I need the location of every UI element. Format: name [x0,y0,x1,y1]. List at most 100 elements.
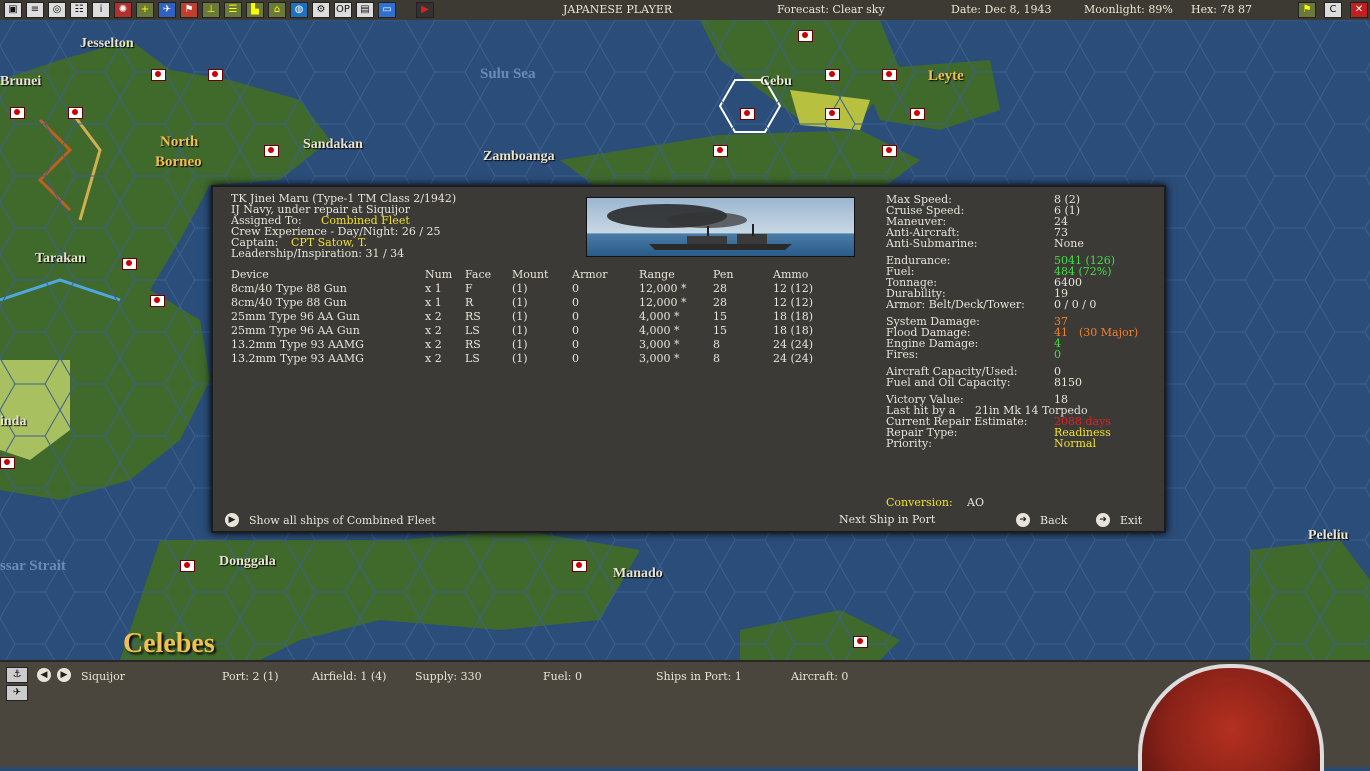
col-armor: Armor [572,267,608,281]
anchor-icon[interactable]: ⚓ [6,667,28,683]
top-toolbar: ▣ ≡ ◎ ☷ i ✺ + ✈ ⚑ ⊥ ☰ ▙ ⌂ ◍ ⚙ OP ▤ ▭ ▶ J… [0,0,1370,21]
base-flag-icon[interactable] [208,69,223,81]
device-cell-ammo: 24 (24) [773,351,814,365]
device-row: 8cm/40 Type 88 Gun x 1 R (1) 0 12,000 * 28 12 (… [231,295,833,309]
col-range: Range [639,267,675,281]
base-flag-icon[interactable] [151,69,166,81]
map-icon[interactable]: ▣ [4,2,22,18]
base-flag-icon[interactable] [122,258,137,270]
device-cell-pen: 28 [713,281,727,295]
flag-toggle-icon[interactable]: ⚑ [1298,2,1316,18]
hq-icon[interactable]: ☰ [224,2,242,18]
device-cell-face: LS [465,351,480,365]
supply-value: Supply: 330 [415,670,482,683]
conversion-value[interactable]: AO [967,497,984,508]
device-row: 13.2mm Type 93 AAMG x 2 RS (1) 0 3,000 * 8 24 (… [231,337,833,351]
aircraft-count[interactable]: Aircraft: 0 [791,670,848,683]
copyright-icon[interactable]: C [1324,2,1342,18]
base-icon[interactable]: ▙ [246,2,264,18]
fuel-oil-capacity-value: 8150 [1054,376,1082,389]
medical-icon[interactable]: + [136,2,154,18]
place-manado: Manado [613,566,663,581]
show-all-ships-button[interactable]: ▶ Show all ships of Combined Fleet [225,513,436,527]
device-cell-ammo: 24 (24) [773,337,814,351]
fuel-value: Fuel: 0 [543,670,582,683]
device-cell-face: RS [465,309,481,323]
prev-base-icon[interactable]: ◀ [37,668,51,682]
base-flag-icon[interactable] [853,636,868,648]
priority-value[interactable]: Normal [1054,438,1096,449]
base-flag-icon[interactable] [882,145,897,157]
back-button[interactable]: ➜ Back [1016,513,1067,527]
device-cell-pen: 15 [713,309,727,323]
airfield-icon[interactable]: ✈ [6,685,28,701]
end-turn-icon[interactable]: ▶ [416,2,434,18]
device-cell-num: x 1 [425,295,442,309]
device-cell-device: 8cm/40 Type 88 Gun [231,281,347,295]
intel-icon[interactable]: ◎ [48,2,66,18]
close-icon[interactable]: ✕ [1350,2,1368,18]
base-flag-icon[interactable] [264,145,279,157]
base-flag-icon[interactable] [150,295,165,307]
airfield-icon[interactable]: ⊥ [202,2,220,18]
list-icon[interactable]: ⌂ [268,2,286,18]
op-icon[interactable]: OP [334,2,352,18]
device-table: Device Num Face Mount Armor Range Pen Am… [231,267,833,365]
globe-icon[interactable]: ◍ [290,2,308,18]
base-flag-icon[interactable] [10,107,25,119]
device-row: 8cm/40 Type 88 Gun x 1 F (1) 0 12,000 * 28 12 (… [231,281,833,295]
place-cebu: Cebu [760,74,792,89]
col-device: Device [231,267,269,281]
settings-icon[interactable]: ⚙ [312,2,330,18]
base-flag-icon[interactable] [825,108,840,120]
base-flag-icon[interactable] [713,145,728,157]
device-cell-mount: (1) [512,351,528,365]
base-flag-icon[interactable] [910,108,925,120]
place-celebes: Celebes [123,628,215,659]
base-flag-icon[interactable] [180,560,195,572]
device-cell-armor: 0 [572,323,579,337]
exit-button[interactable]: ➜ Exit [1096,513,1142,527]
ships-in-port[interactable]: Ships in Port: 1 [656,670,742,683]
base-flag-icon[interactable] [882,69,897,81]
device-cell-num: x 2 [425,337,442,351]
base-name[interactable]: Siquijor [81,670,125,683]
base-flag-icon[interactable] [740,108,755,120]
base-flag-icon[interactable] [572,560,587,572]
place-tarakan: Tarakan [35,251,86,266]
base-flag-icon[interactable] [68,107,83,119]
next-base-icon[interactable]: ▶ [57,668,71,682]
base-flag-icon[interactable] [825,69,840,81]
device-cell-range: 4,000 * [639,323,680,337]
place-donggala: Donggala [219,554,276,569]
device-cell-ammo: 12 (12) [773,295,814,309]
device-cell-range: 4,000 * [639,309,680,323]
japan-flag-icon[interactable]: ✺ [114,2,132,18]
place-borneo: Borneo [155,154,202,170]
save-icon[interactable]: ▭ [378,2,396,18]
base-flag-icon[interactable] [798,30,813,42]
device-cell-ammo: 18 (18) [773,323,814,337]
device-cell-armor: 0 [572,309,579,323]
flag-icon[interactable]: ⚑ [180,2,198,18]
device-cell-range: 3,000 * [639,337,680,351]
device-table-body: 8cm/40 Type 88 Gun x 1 F (1) 0 12,000 * 28 12 (… [231,281,833,365]
nation-seal-icon [1138,664,1324,771]
device-cell-armor: 0 [572,295,579,309]
device-cell-mount: (1) [512,281,528,295]
col-ammo: Ammo [773,267,809,281]
device-cell-armor: 0 [572,337,579,351]
tf-icon[interactable]: ▤ [356,2,374,18]
device-cell-face: F [465,281,473,295]
base-flag-icon[interactable] [0,457,15,469]
fires-value: 0 [1054,348,1061,361]
device-cell-num: x 2 [425,309,442,323]
info-icon[interactable]: i [92,2,110,18]
device-cell-face: RS [465,337,481,351]
group-icon[interactable]: ☷ [70,2,88,18]
report-icon[interactable]: ≡ [26,2,44,18]
air-icon[interactable]: ✈ [158,2,176,18]
device-cell-armor: 0 [572,351,579,365]
next-ship-button[interactable]: Next Ship in Port [839,513,935,526]
device-cell-armor: 0 [572,281,579,295]
